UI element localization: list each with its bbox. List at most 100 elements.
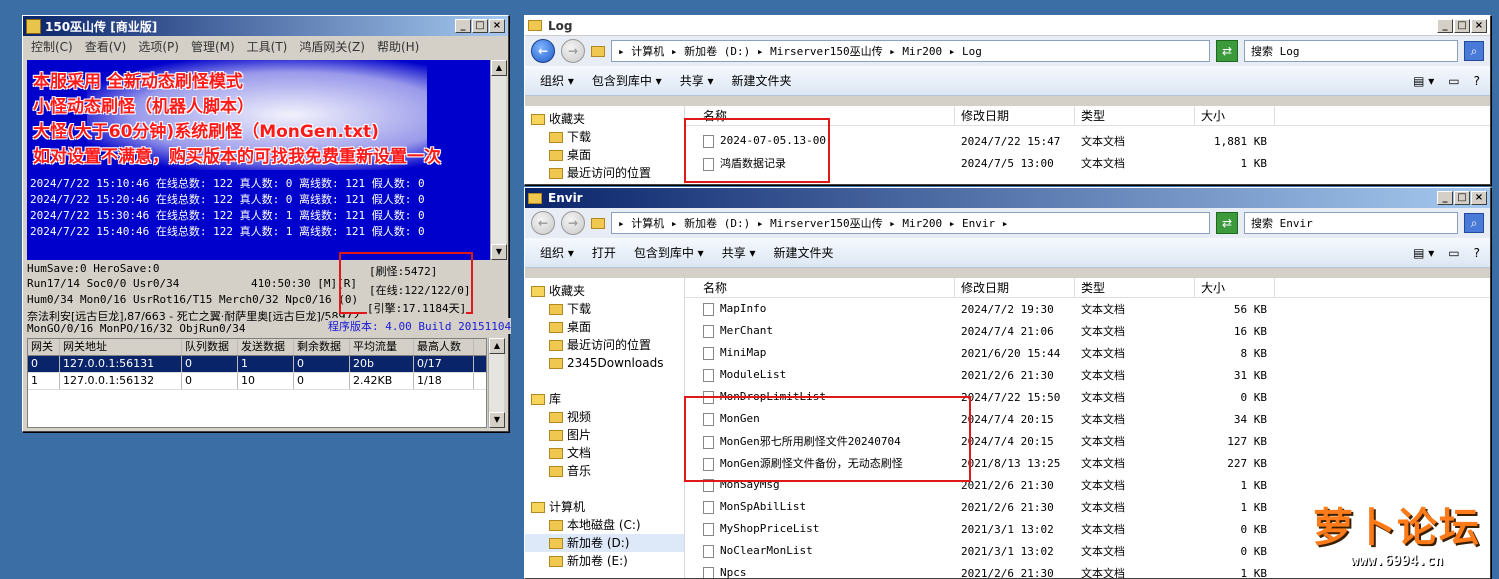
address-input[interactable]: ▸ 计算机 ▸ 新加卷 (D:) ▸ Mirserver150巫山传 ▸ Mir…	[611, 40, 1210, 62]
nav-item[interactable]: 计算机	[525, 498, 684, 516]
help-icon[interactable]: ?	[1474, 74, 1480, 88]
column-header[interactable]: 网关	[28, 339, 60, 355]
include-library-button[interactable]: 包含到库中 ▾	[634, 244, 704, 261]
preview-pane-icon[interactable]: ▭	[1448, 74, 1459, 88]
column-header[interactable]: 网关地址	[60, 339, 182, 355]
search-icon[interactable]: ⌕	[1464, 41, 1484, 61]
nav-item[interactable]: 桌面	[525, 318, 684, 336]
menu-item[interactable]: 查看(V)	[85, 38, 127, 55]
maximize-button[interactable]: □	[1454, 18, 1470, 33]
organize-button[interactable]: 组织 ▾	[540, 72, 574, 89]
minimize-button[interactable]: _	[1437, 191, 1453, 205]
view-icon[interactable]: ▤ ▾	[1413, 246, 1434, 260]
close-button[interactable]: ×	[489, 19, 505, 33]
nav-item[interactable]: 视频	[525, 408, 684, 426]
file-date: 2021/6/20 15:44	[961, 346, 1061, 360]
organize-button[interactable]: 组织 ▾	[540, 244, 574, 261]
table-scrollbar[interactable]: ▲ ▼	[488, 338, 505, 428]
log-line: 2024/7/22 15:30:46 在线总数: 122 真人数: 1 离线数:…	[30, 209, 425, 222]
envir-titlebar[interactable]: Envir _ □ ×	[525, 188, 1490, 208]
back-icon[interactable]: ←	[531, 39, 555, 63]
file-name-label: Npcs	[720, 566, 747, 578]
nav-item[interactable]: 下载	[525, 128, 684, 146]
menu-item[interactable]: 工具(T)	[247, 38, 288, 55]
menu-item[interactable]: 选项(P)	[138, 38, 179, 55]
nav-item[interactable]: 收藏夹	[525, 110, 684, 128]
table-row[interactable]: 0 127.0.0.1:56131 0 1 0 20b 0/17	[28, 356, 486, 373]
column-header[interactable]: 大小	[1195, 106, 1275, 125]
search-input[interactable]: 搜索 Log	[1244, 40, 1458, 62]
nav-item[interactable]: 库	[525, 390, 684, 408]
app-titlebar[interactable]: 150巫山传 [商业版] _ □ ×	[23, 16, 508, 36]
share-button[interactable]: 共享 ▾	[680, 72, 714, 89]
column-header[interactable]: 大小	[1195, 278, 1275, 297]
nav-item[interactable]: 音乐	[525, 462, 684, 480]
column-header[interactable]: 剩余数据	[294, 339, 350, 355]
minimize-button[interactable]: _	[455, 19, 471, 33]
column-header[interactable]: 队列数据	[182, 339, 238, 355]
column-header[interactable]: 名称	[685, 278, 955, 297]
list-item[interactable]: ModuleList 2021/2/6 21:30 文本文档 31 KB	[685, 364, 1490, 386]
nav-item-label: 文档	[567, 446, 592, 460]
refresh-icon[interactable]: ⇄	[1216, 40, 1238, 62]
column-header[interactable]: 类型	[1075, 278, 1195, 297]
table-row[interactable]: 1 127.0.0.1:56132 0 10 0 2.42KB 1/18	[28, 373, 486, 390]
back-icon[interactable]: ←	[531, 211, 555, 235]
forward-icon[interactable]: →	[561, 211, 585, 235]
menu-item[interactable]: 鸿盾网关(Z)	[299, 38, 365, 55]
forward-icon[interactable]: →	[561, 39, 585, 63]
list-item[interactable]: MiniMap 2021/6/20 15:44 文本文档 8 KB	[685, 342, 1490, 364]
scroll-up-icon[interactable]: ▲	[491, 60, 507, 76]
nav-item[interactable]: 2345Downloads	[525, 354, 684, 372]
nav-item[interactable]: 最近访问的位置	[525, 336, 684, 354]
nav-item[interactable]: 文档	[525, 444, 684, 462]
close-button[interactable]: ×	[1471, 18, 1487, 33]
column-header[interactable]: 最高人数	[414, 339, 474, 355]
search-icon[interactable]: ⌕	[1464, 213, 1484, 233]
scroll-down-icon[interactable]: ▼	[491, 244, 507, 260]
include-library-button[interactable]: 包含到库中 ▾	[592, 72, 662, 89]
log-titlebar[interactable]: Log _ □ ×	[525, 16, 1490, 36]
help-icon[interactable]: ?	[1474, 246, 1480, 260]
preview-pane-icon[interactable]: ▭	[1448, 246, 1459, 260]
view-icon[interactable]: ▤ ▾	[1413, 74, 1434, 88]
new-folder-button[interactable]: 新建文件夹	[732, 72, 792, 89]
scroll-up-icon[interactable]: ▲	[489, 338, 505, 354]
column-header[interactable]: 修改日期	[955, 278, 1075, 297]
column-header[interactable]: 修改日期	[955, 106, 1075, 125]
search-input[interactable]: 搜索 Envir	[1244, 212, 1458, 234]
menu-item[interactable]: 帮助(H)	[377, 38, 419, 55]
list-item[interactable]: MerChant 2024/7/4 21:06 文本文档 16 KB	[685, 320, 1490, 342]
file-name: MiniMap	[685, 346, 955, 360]
scroll-down-icon[interactable]: ▼	[489, 412, 505, 428]
nav-item[interactable]: 桌面	[525, 146, 684, 164]
nav-item[interactable]: 本地磁盘 (C:)	[525, 516, 684, 534]
open-button[interactable]: 打开	[592, 244, 616, 261]
share-button[interactable]: 共享 ▾	[722, 244, 756, 261]
column-header[interactable]: 发送数据	[238, 339, 294, 355]
nav-item[interactable]: 下载	[525, 300, 684, 318]
nav-item[interactable]: 收藏夹	[525, 282, 684, 300]
menu-item[interactable]: 管理(M)	[191, 38, 235, 55]
menu-item[interactable]: 控制(C)	[31, 38, 73, 55]
nav-item[interactable]: 最近访问的位置	[525, 164, 684, 182]
column-header[interactable]: 平均流量	[350, 339, 414, 355]
close-button[interactable]: ×	[1471, 191, 1487, 205]
refresh-icon[interactable]: ⇄	[1216, 212, 1238, 234]
nav-item-label: 收藏夹	[549, 284, 586, 298]
maximize-button[interactable]: □	[472, 19, 488, 33]
new-folder-button[interactable]: 新建文件夹	[774, 244, 834, 261]
nav-item[interactable]: 图片	[525, 426, 684, 444]
address-input[interactable]: ▸ 计算机 ▸ 新加卷 (D:) ▸ Mirserver150巫山传 ▸ Mir…	[611, 212, 1210, 234]
minimize-button[interactable]: _	[1437, 18, 1453, 33]
nav-item-label: 桌面	[567, 320, 592, 334]
folder-icon	[549, 519, 563, 531]
column-header[interactable]: 类型	[1075, 106, 1195, 125]
log-title: Log	[548, 18, 573, 33]
log-scrollbar[interactable]: ▲ ▼	[490, 60, 507, 260]
nav-item[interactable]: 新加卷 (D:)	[525, 534, 684, 552]
list-item[interactable]: MapInfo 2024/7/2 19:30 文本文档 56 KB	[685, 298, 1490, 320]
folder-icon	[591, 45, 605, 57]
maximize-button[interactable]: □	[1454, 191, 1470, 205]
nav-item[interactable]: 新加卷 (E:)	[525, 552, 684, 570]
